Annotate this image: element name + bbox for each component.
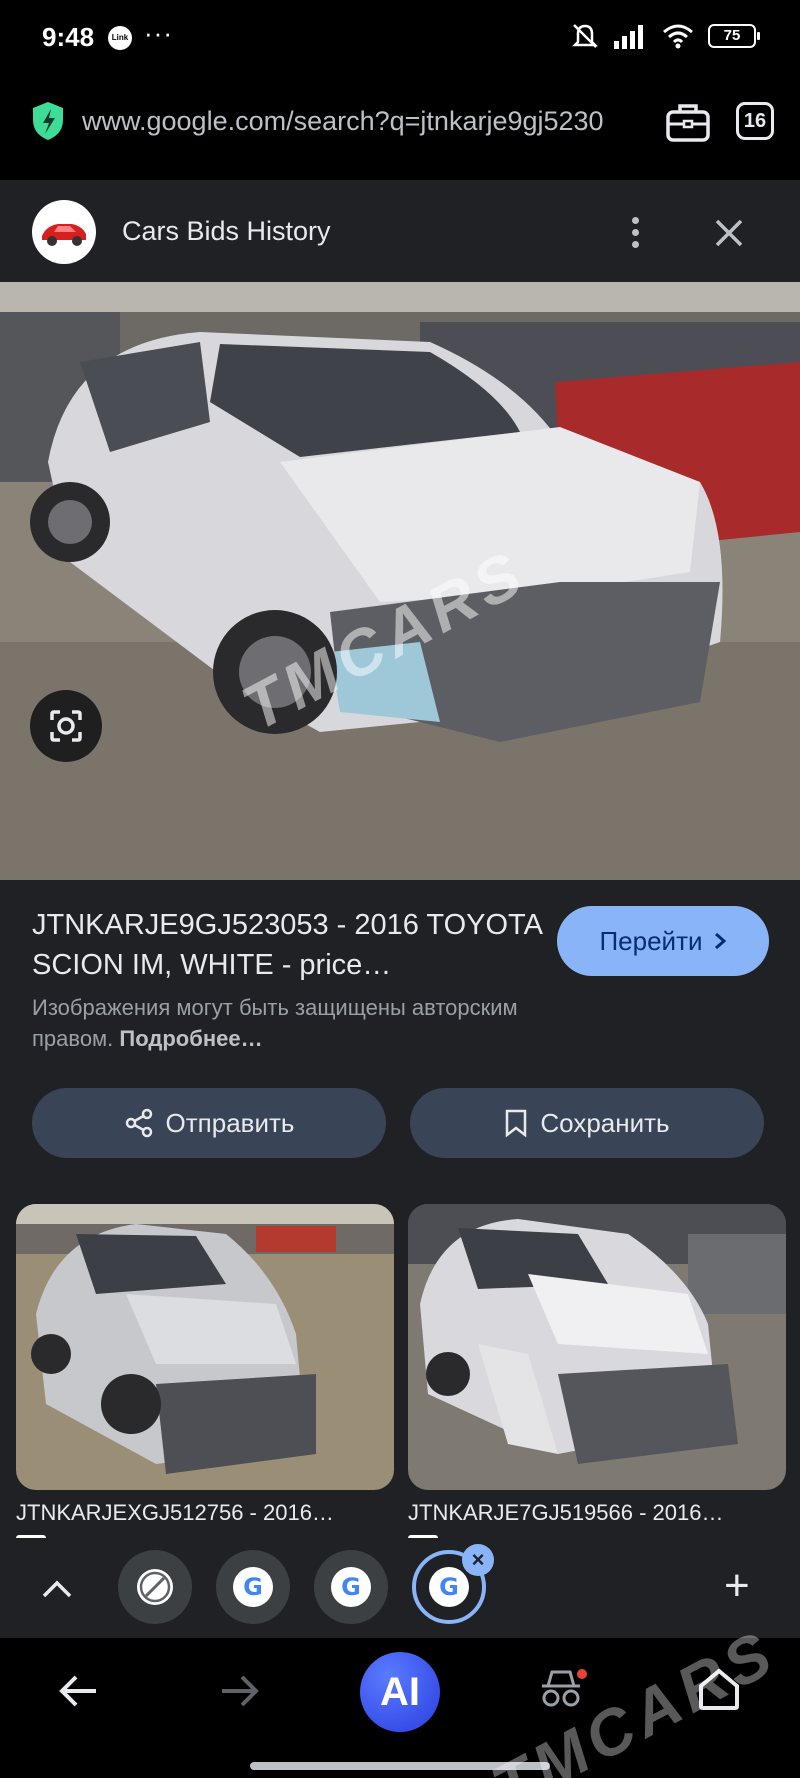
google-icon: G (429, 1567, 469, 1607)
site-logo (32, 200, 96, 264)
lens-search-button[interactable] (30, 690, 102, 762)
share-label: Отправить (165, 1107, 295, 1138)
tab-chip-1[interactable] (118, 1550, 192, 1624)
related-image-1[interactable] (16, 1204, 394, 1490)
signal-icon (614, 25, 643, 49)
back-arrow-icon[interactable] (56, 1668, 102, 1714)
briefcase-icon[interactable] (664, 100, 712, 144)
link-notification-icon: Link (108, 26, 132, 50)
ai-assistant-button[interactable]: AI (360, 1652, 440, 1732)
google-icon: G (233, 1567, 273, 1607)
related-image-2[interactable] (408, 1204, 786, 1490)
result-title[interactable]: JTNKARJE9GJ523053 - 2016 TOYOTA SCION IM… (32, 905, 552, 985)
address-bar[interactable]: www.google.com/search?q=jtnkarje9gj5230 … (0, 80, 800, 180)
site-title[interactable]: Cars Bids History (122, 216, 331, 247)
google-icon: G (331, 1567, 371, 1607)
tab-chip-2[interactable]: G (216, 1550, 290, 1624)
panel-header: Cars Bids History (0, 180, 800, 282)
tab-strip: G G G × + (0, 1538, 800, 1638)
battery-indicator: 75 (708, 24, 760, 48)
status-icons: 75 (570, 22, 760, 50)
tab-chip-3[interactable]: G (314, 1550, 388, 1624)
save-button[interactable]: Сохранить (410, 1088, 764, 1158)
related-caption-1[interactable]: JTNKARJEXGJ512756 - 2016… (16, 1500, 396, 1526)
wifi-icon (663, 24, 693, 49)
tabs-count-button[interactable]: 16 (736, 102, 774, 140)
add-tab-icon[interactable]: + (724, 1564, 750, 1608)
lens-icon (50, 710, 82, 742)
status-bar: 9:48 Link ··· 75 (0, 0, 800, 80)
incognito-icon[interactable] (534, 1666, 588, 1712)
more-options-icon[interactable] (620, 214, 650, 250)
image-preview-panel: Cars Bids History JTNKARJE9GJ523053 - 20… (0, 180, 800, 1600)
goto-button[interactable]: Перейти (557, 906, 769, 976)
save-label: Сохранить (540, 1107, 670, 1138)
chevron-up-icon[interactable] (40, 1572, 74, 1606)
url-text[interactable]: www.google.com/search?q=jtnkarje9gj5230 (82, 106, 642, 137)
related-caption-2[interactable]: JTNKARJE7GJ519566 - 2016… (408, 1500, 788, 1526)
status-time: 9:48 (42, 22, 95, 52)
close-tab-icon[interactable]: × (462, 1544, 494, 1576)
copyright-more-link[interactable]: Подробнее… (119, 1026, 262, 1051)
compass-icon (137, 1569, 173, 1605)
goto-label: Перейти (599, 925, 703, 956)
copyright-notice: Изображения могут быть защищены авторски… (32, 992, 592, 1054)
bookmark-icon (506, 1109, 527, 1138)
more-notifications-icon: ··· (144, 18, 173, 48)
copyright-text: Изображения могут быть защищены авторски… (32, 995, 518, 1051)
shield-icon[interactable] (30, 100, 66, 142)
chevron-right-icon (714, 932, 726, 950)
mute-icon (571, 24, 599, 48)
main-car-image[interactable] (0, 282, 800, 880)
share-icon (125, 1108, 152, 1138)
share-button[interactable]: Отправить (32, 1088, 386, 1158)
close-icon[interactable] (712, 216, 746, 250)
forward-arrow-icon[interactable] (216, 1668, 262, 1714)
